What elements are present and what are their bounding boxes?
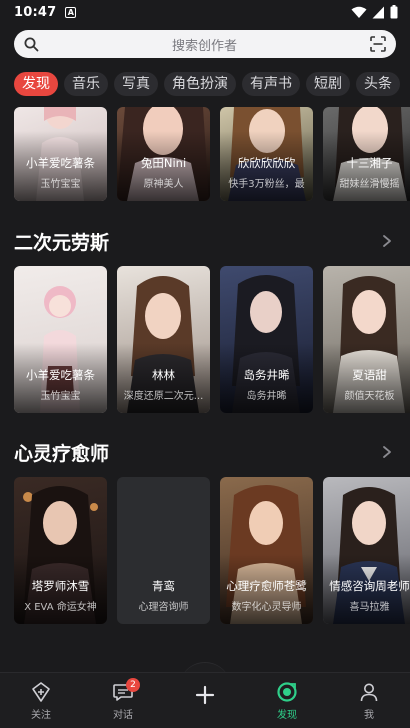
creator-card[interactable]: 塔罗师沐雪 X EVA 命运女神 bbox=[14, 477, 107, 624]
nav-chat[interactable]: 2 对话 bbox=[82, 673, 164, 728]
creator-subtitle: 快手3万粉丝，最 bbox=[228, 179, 305, 190]
creator-name: 青鸾 bbox=[152, 579, 175, 593]
search-input[interactable]: 搜索创作者 bbox=[39, 35, 370, 54]
status-bar: 10:47 A bbox=[0, 0, 410, 24]
category-tabs: 发现 音乐 写真 角色扮演 有声书 短剧 头条 bbox=[0, 71, 410, 97]
search-icon bbox=[24, 37, 39, 51]
creator-name: 塔罗师沐雪 bbox=[31, 579, 90, 593]
nav-follow[interactable]: 关注 bbox=[0, 673, 82, 728]
creator-name: 小羊爱吃薯条 bbox=[26, 156, 95, 170]
creator-card[interactable]: 兔田Nini 原神美人 bbox=[117, 107, 210, 201]
chevron-right-icon[interactable] bbox=[380, 234, 394, 248]
battery-icon bbox=[390, 5, 398, 19]
creator-card[interactable]: 情感咨询周老师 喜马拉雅 bbox=[323, 477, 410, 624]
tab-roleplay[interactable]: 角色扮演 bbox=[164, 72, 236, 96]
status-time: 10:47 bbox=[14, 4, 57, 20]
nav-profile[interactable]: 我 bbox=[328, 673, 410, 728]
unread-badge: 2 bbox=[126, 678, 140, 692]
discover-icon bbox=[277, 681, 297, 702]
creator-name: 小羊爱吃薯条 bbox=[26, 368, 95, 382]
creator-subtitle: 喜马拉雅 bbox=[349, 602, 390, 613]
creator-subtitle: 岛务井晞 bbox=[246, 391, 287, 402]
wifi-icon bbox=[351, 6, 367, 18]
follow-icon bbox=[32, 681, 50, 702]
nav-discover[interactable]: 发现 bbox=[246, 673, 328, 728]
creator-subtitle: 玉竹宝宝 bbox=[40, 391, 81, 402]
creator-name: 十三湘子 bbox=[346, 156, 393, 170]
section-creator-row: 小羊爱吃薯条 玉竹宝宝 林林 深度还原二次元... 岛务井晞 岛务井晞 夏语甜 … bbox=[14, 266, 410, 413]
creator-card[interactable]: 岛务井晞 岛务井晞 bbox=[220, 266, 313, 413]
creator-name: 岛务井晞 bbox=[243, 368, 290, 382]
status-icons bbox=[351, 5, 398, 19]
creator-subtitle: 心理咨询师 bbox=[138, 602, 189, 613]
creator-card[interactable]: 青鸾 心理咨询师 bbox=[117, 477, 210, 624]
creator-card[interactable]: 夏语甜 颜值天花板 bbox=[323, 266, 410, 413]
creator-name: 情感咨询周老师 bbox=[329, 579, 410, 593]
creator-subtitle: 数字化心灵导师 bbox=[231, 602, 302, 613]
creator-subtitle: 颜值天花板 bbox=[344, 391, 395, 402]
tab-audiobook[interactable]: 有声书 bbox=[242, 72, 300, 96]
creator-card[interactable]: 小羊爱吃薯条 玉竹宝宝 bbox=[14, 107, 107, 201]
tab-discover[interactable]: 发现 bbox=[14, 72, 58, 96]
scan-icon[interactable] bbox=[370, 36, 386, 52]
creator-card[interactable]: 小羊爱吃薯条 玉竹宝宝 bbox=[14, 266, 107, 413]
creator-name: 林林 bbox=[152, 368, 175, 382]
creator-card[interactable]: 十三湘子 甜妹丝滑慢摇 bbox=[323, 107, 410, 201]
tab-headlines[interactable]: 头条 bbox=[356, 72, 400, 96]
plus-icon bbox=[195, 685, 215, 704]
section-creator-row: 塔罗师沐雪 X EVA 命运女神 青鸾 心理咨询师 心理疗愈师苍鹭 数字化心灵导… bbox=[14, 477, 410, 624]
section-title: 二次元劳斯 bbox=[14, 232, 110, 254]
section-title: 心灵疗愈师 bbox=[14, 443, 110, 465]
tab-music[interactable]: 音乐 bbox=[64, 72, 108, 96]
creator-name: 欣欣欣欣欣 bbox=[237, 156, 296, 170]
chevron-right-icon[interactable] bbox=[380, 445, 394, 459]
signal-icon bbox=[372, 6, 384, 18]
nav-create[interactable] bbox=[164, 673, 246, 728]
creator-subtitle: 甜妹丝滑慢摇 bbox=[339, 179, 400, 190]
tab-photo[interactable]: 写真 bbox=[114, 72, 158, 96]
nav-label: 对话 bbox=[113, 709, 133, 721]
bottom-nav: 关注 2 对话 发现 我 bbox=[0, 672, 410, 728]
profile-icon bbox=[360, 683, 378, 701]
creator-card[interactable]: 心理疗愈师苍鹭 数字化心灵导师 bbox=[220, 477, 313, 624]
creator-subtitle: 玉竹宝宝 bbox=[40, 179, 81, 190]
creator-card[interactable]: 林林 深度还原二次元... bbox=[117, 266, 210, 413]
creator-subtitle: 深度还原二次元... bbox=[123, 391, 204, 402]
creator-subtitle: 原神美人 bbox=[143, 179, 184, 190]
nav-label: 关注 bbox=[31, 709, 51, 721]
creator-subtitle: X EVA 命运女神 bbox=[24, 602, 97, 613]
search-bar[interactable]: 搜索创作者 bbox=[14, 30, 396, 58]
nav-label: 我 bbox=[364, 709, 374, 721]
notification-icon: A bbox=[65, 6, 77, 18]
creator-name: 兔田Nini bbox=[140, 156, 187, 170]
top-creator-row: 小羊爱吃薯条 玉竹宝宝 兔田Nini 原神美人 欣欣欣欣欣 快手3万粉丝，最 十… bbox=[14, 107, 410, 201]
nav-label: 发现 bbox=[277, 709, 297, 721]
creator-name: 夏语甜 bbox=[352, 368, 387, 382]
tab-short-drama[interactable]: 短剧 bbox=[306, 72, 350, 96]
creator-card[interactable]: 欣欣欣欣欣 快手3万粉丝，最 bbox=[220, 107, 313, 201]
creator-name: 心理疗愈师苍鹭 bbox=[226, 579, 307, 593]
